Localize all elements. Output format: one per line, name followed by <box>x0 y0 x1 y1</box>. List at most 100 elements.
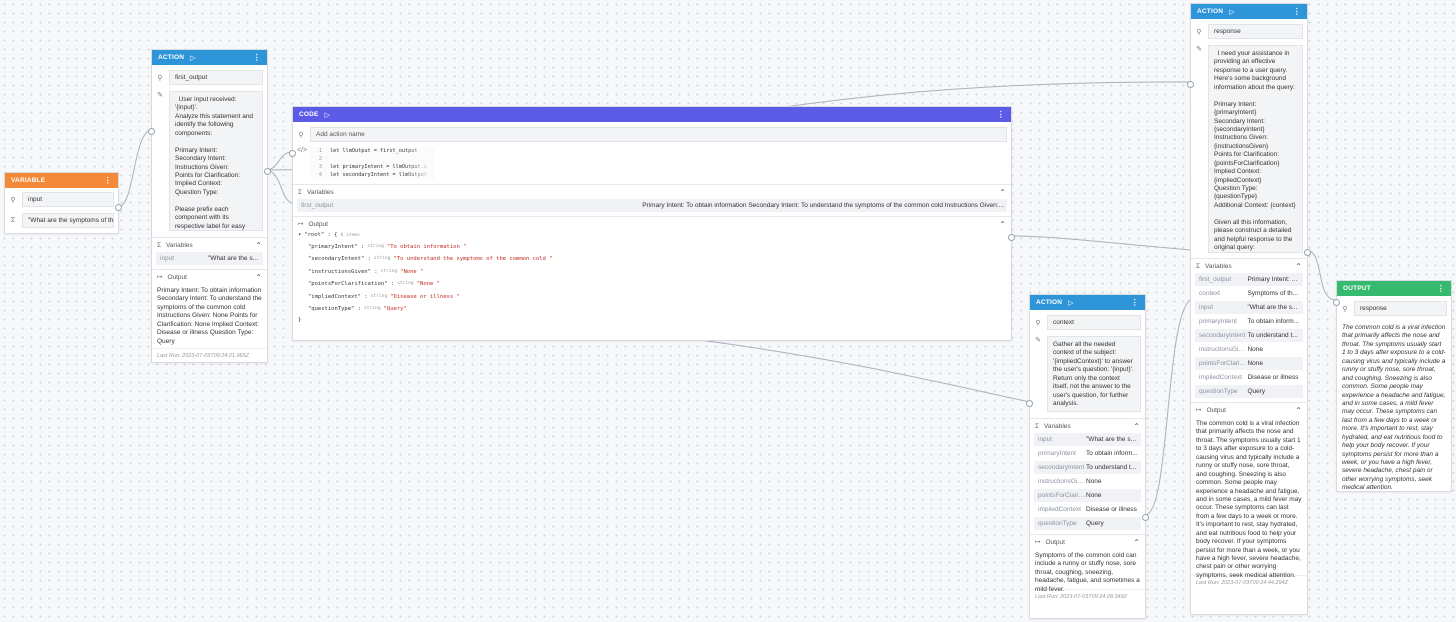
kebab-menu-icon[interactable]: ⋮ <box>1437 284 1445 293</box>
action-node-context[interactable]: ACTION ▷ ⋮ ⚲ context ✎ Gather all the ne… <box>1026 294 1149 619</box>
json-root-count: 6 items <box>340 232 360 238</box>
action-node-title: ACTION <box>158 54 185 61</box>
variable-row: secondaryIntent To understand t... <box>1195 329 1303 343</box>
input-port[interactable] <box>289 150 296 157</box>
chevron-up-icon[interactable]: ⌃ <box>255 273 262 282</box>
variable-row: context Symptoms of th... <box>1195 287 1303 301</box>
chevron-up-icon[interactable]: ⌃ <box>1133 422 1140 431</box>
sigma-icon: Σ <box>1196 262 1201 270</box>
output-label: Output <box>1206 406 1226 414</box>
variables-table: first_output Primary Intent: T... context S… <box>1195 273 1303 399</box>
prompt-textarea[interactable]: User input received: '{input}'. Analyze … <box>169 91 263 231</box>
json-key: "secondaryIntent" : <box>308 256 371 262</box>
variable-row: instructionsGiven None <box>1034 475 1141 489</box>
variable-value: "What are the s... <box>208 255 258 262</box>
output-label: Output <box>1045 538 1065 546</box>
kebab-menu-icon[interactable]: ⋮ <box>253 53 261 62</box>
json-value: "None " <box>416 281 440 287</box>
code-node-header[interactable]: CODE ▷ ⋮ <box>293 107 1011 122</box>
json-type: string <box>363 306 381 312</box>
output-port[interactable] <box>1304 249 1311 256</box>
variables-table: input "What are the s... <box>156 252 263 266</box>
action-node-first-output[interactable]: ACTION ▷ ⋮ ⚲ first_output ✎ User input r… <box>148 49 271 363</box>
output-port[interactable] <box>115 204 122 211</box>
action-name-input[interactable]: Add action name <box>310 127 1007 142</box>
kebab-menu-icon[interactable]: ⋮ <box>1293 7 1301 16</box>
variable-name-field[interactable]: input <box>22 192 114 207</box>
prompt-textarea[interactable]: Gather all the needed context of the sub… <box>1047 336 1141 412</box>
output-port[interactable] <box>1008 234 1015 241</box>
output-label: Output <box>167 273 187 281</box>
output-port[interactable] <box>264 168 271 175</box>
json-key: "impliedContext" : <box>308 293 368 300</box>
variable-row: input "What are the s... <box>156 252 263 266</box>
variable-key: instructionsGiven <box>1199 346 1248 353</box>
json-root-key: "root" : { <box>304 232 338 239</box>
input-port[interactable] <box>1026 400 1033 407</box>
chevron-up-icon[interactable]: ⌃ <box>999 188 1006 197</box>
json-value: "To understand the symptoms of the commo… <box>393 256 553 262</box>
action-node-title: ACTION <box>1197 8 1224 15</box>
chevron-up-icon[interactable]: ⌃ <box>999 220 1006 229</box>
variable-value: "What are the s... <box>1086 436 1136 443</box>
variable-key: input <box>160 255 175 262</box>
action-node-header[interactable]: ACTION ▷ ⋮ <box>1191 4 1307 19</box>
json-key: "instructionsGiven" : <box>308 268 378 275</box>
code-editor[interactable]: 1 let llmOutput = first_output 2 3 let prima… <box>310 147 435 179</box>
output-node-header[interactable]: OUTPUT ⋮ <box>1337 281 1451 296</box>
variable-row: primaryIntent To obtain inform... <box>1195 315 1303 329</box>
play-icon[interactable]: ▷ <box>1229 8 1235 16</box>
output-node[interactable]: OUTPUT ⋮ ⚲ response The common cold is a… <box>1333 280 1452 492</box>
prompt-textarea[interactable]: I need your assistance in providing an e… <box>1208 45 1303 253</box>
chevron-down-icon[interactable]: ▾ <box>298 233 301 239</box>
json-viewer[interactable]: ▾ "root" : { 6 items "primaryIntent" : st… <box>293 231 1011 325</box>
kebab-menu-icon[interactable]: ⋮ <box>1131 298 1139 307</box>
output-port[interactable] <box>1142 514 1149 521</box>
output-name-field[interactable]: response <box>1354 301 1447 316</box>
line-number: 2 <box>318 156 322 163</box>
output-node-title: OUTPUT <box>1343 285 1371 292</box>
json-key: "primaryIntent" : <box>308 243 365 250</box>
variable-node-header[interactable]: VARIABLE ⋮ <box>5 173 118 188</box>
wire-action3-to-output <box>1305 249 1337 301</box>
variable-node[interactable]: VARIABLE ⋮ ⚲ input Σ "What are the sympt… <box>4 172 122 234</box>
variable-row: impliedContext Disease or illness <box>1034 503 1141 517</box>
chevron-up-icon[interactable]: ⌃ <box>255 241 262 250</box>
action-name-field[interactable]: context <box>1047 315 1141 330</box>
wire-action1-to-code <box>264 151 293 171</box>
kebab-menu-icon[interactable]: ⋮ <box>997 110 1005 119</box>
action-node-response[interactable]: ACTION ▷ ⋮ ⚲ response ✎ I need your assi… <box>1187 3 1311 615</box>
input-port[interactable] <box>148 128 155 135</box>
chevron-up-icon[interactable]: ⌃ <box>1295 262 1302 271</box>
kebab-menu-icon[interactable]: ⋮ <box>104 176 112 185</box>
action-node-header[interactable]: ACTION ▷ ⋮ <box>152 50 267 65</box>
play-icon[interactable]: ▷ <box>190 54 196 62</box>
variable-key: pointsForClarific... <box>1038 492 1086 499</box>
code-icon: </> <box>297 147 308 154</box>
chevron-up-icon[interactable]: ⌃ <box>1295 406 1302 415</box>
play-icon[interactable]: ▷ <box>325 111 331 119</box>
line-number: 4 <box>318 172 322 179</box>
json-value: "Query" <box>383 306 407 312</box>
json-value: "To obtain information " <box>386 243 467 250</box>
variable-key: questionType <box>1199 388 1238 395</box>
variables-section: Σ Variables ⌃ first_output Primary Inten… <box>293 184 1011 213</box>
json-key: "pointsForClarification" : <box>308 281 395 287</box>
json-type: string <box>397 281 414 287</box>
action-name-field[interactable]: first_output <box>169 70 263 85</box>
action-name-field[interactable]: response <box>1208 24 1303 39</box>
variable-key: context <box>1199 290 1220 297</box>
variable-row: primaryIntent To obtain inform... <box>1034 447 1141 461</box>
chevron-up-icon[interactable]: ⌃ <box>1133 538 1140 547</box>
variable-key: impliedContext <box>1038 506 1081 513</box>
action-node-header[interactable]: ACTION ▷ ⋮ <box>1030 295 1145 310</box>
variable-row: input "What are the s... <box>1195 301 1303 315</box>
input-port[interactable] <box>1333 299 1340 306</box>
play-icon[interactable]: ▷ <box>1068 299 1074 307</box>
input-port[interactable] <box>1187 81 1194 88</box>
variable-value-field[interactable]: "What are the symptoms of the <box>22 213 114 228</box>
variable-value: None <box>1247 346 1264 353</box>
json-item: "secondaryIntent" : string "To understand … <box>308 254 1006 267</box>
code-node[interactable]: CODE ▷ ⋮ ⚲ Add action name </> 1 let llmO… <box>289 106 1015 341</box>
variable-value: "What are the s... <box>1247 304 1298 311</box>
